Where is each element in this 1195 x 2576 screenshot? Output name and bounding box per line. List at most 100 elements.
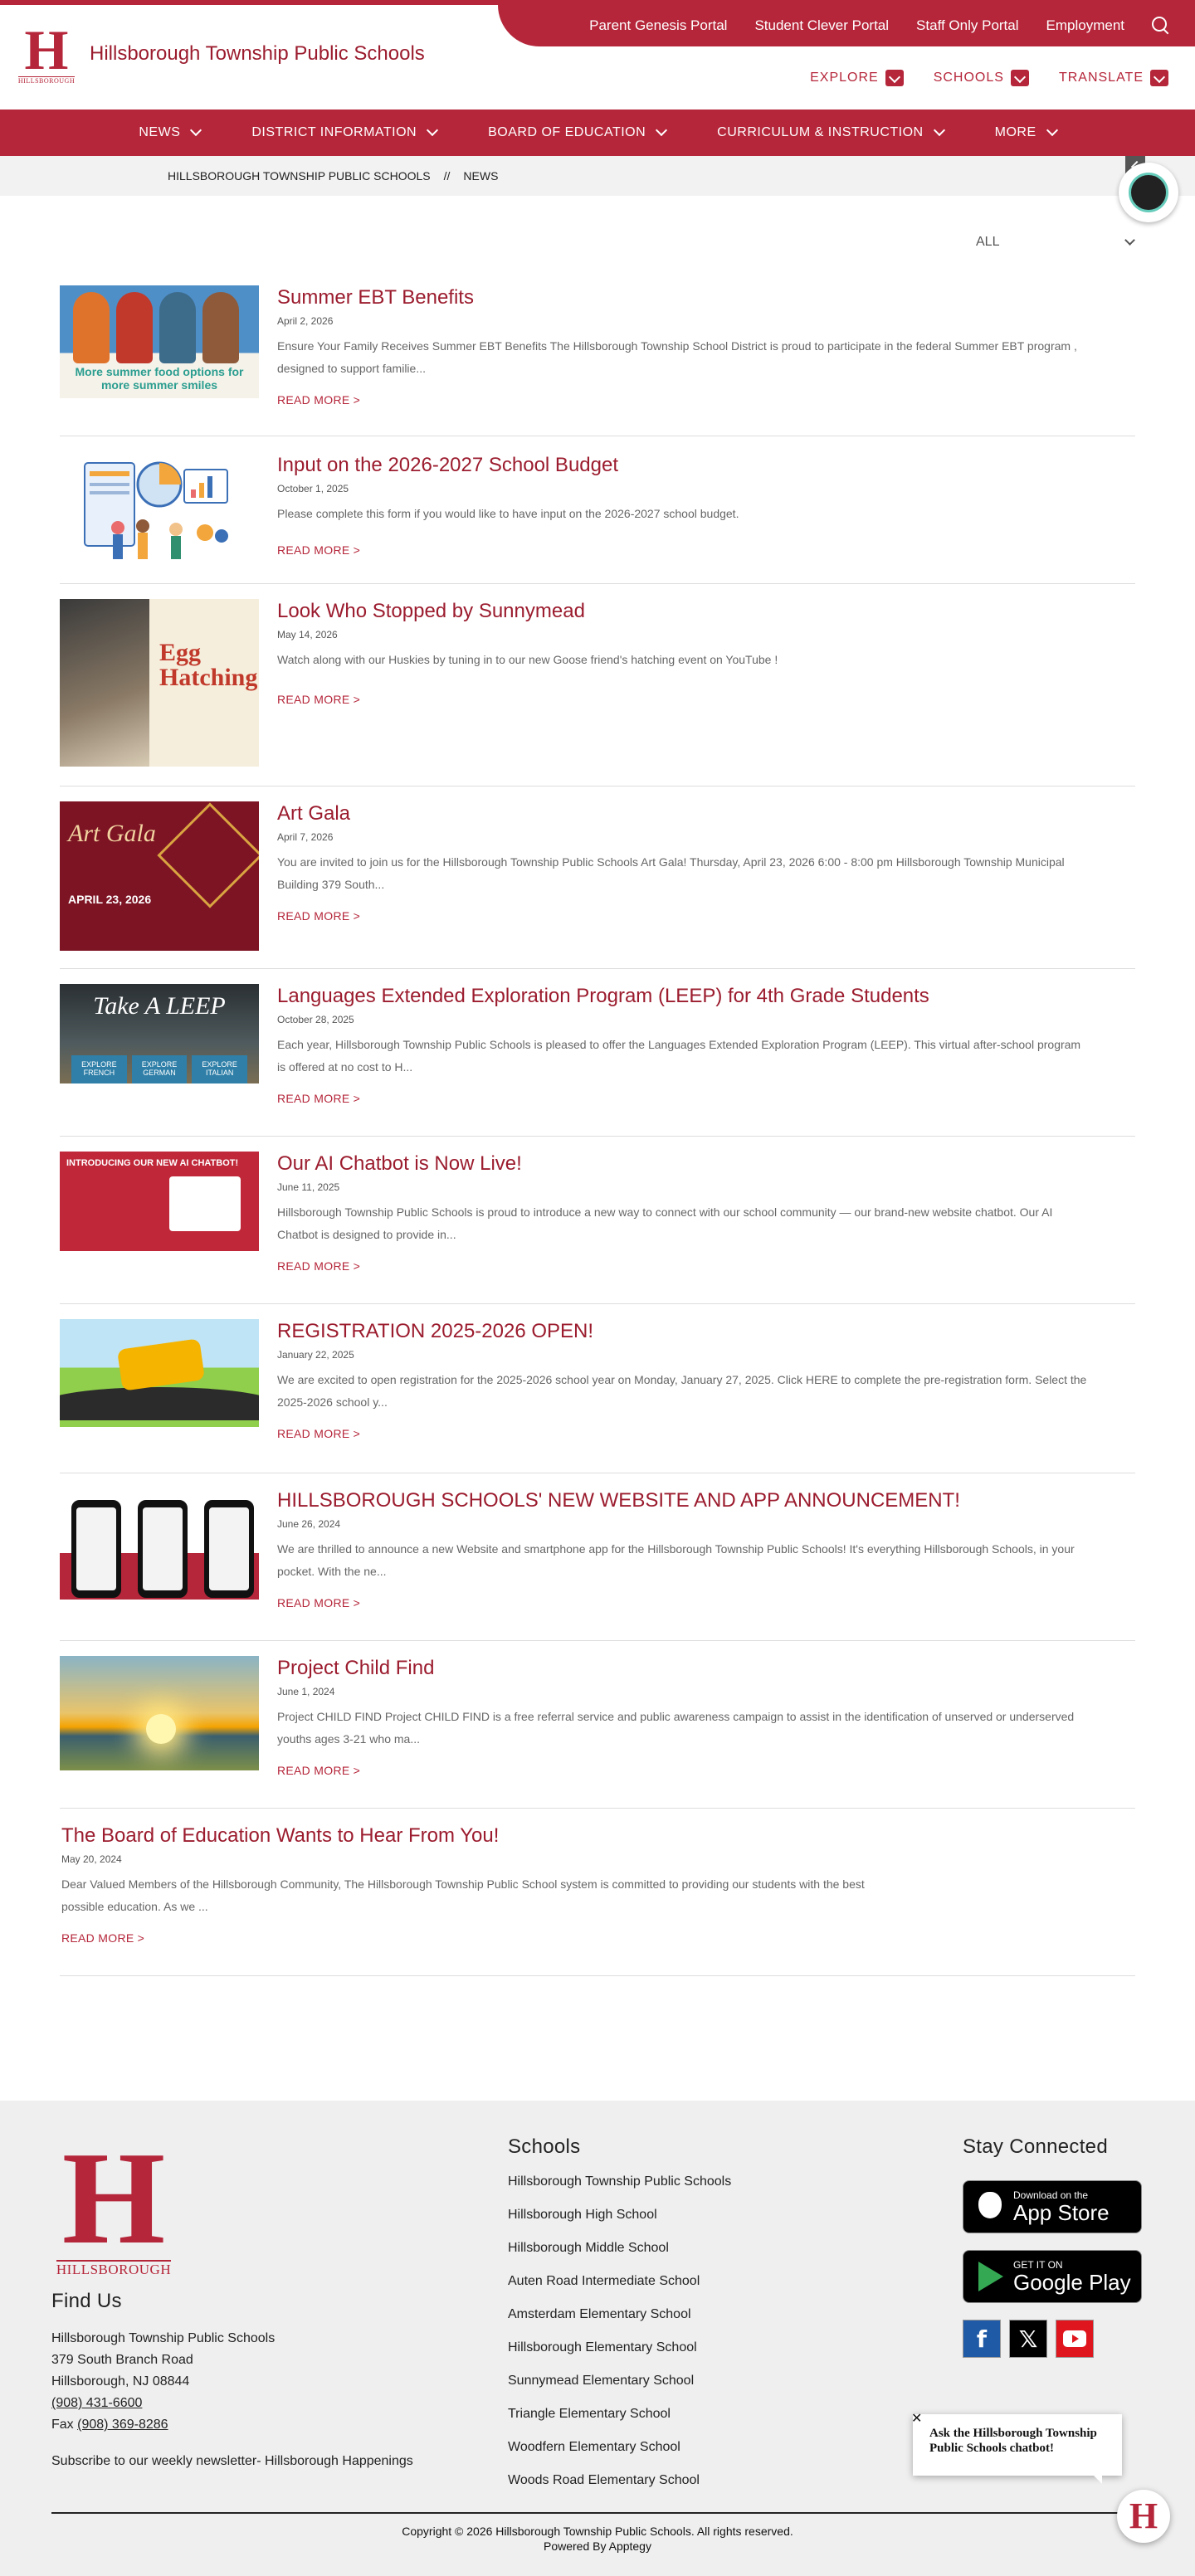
news-thumbnail[interactable]: Art Gala APRIL 23, 2026 <box>60 801 259 951</box>
search-icon[interactable] <box>1152 17 1170 35</box>
nav-label: MORE <box>994 125 1036 139</box>
nav-label: CURRICULUM & INSTRUCTION <box>717 125 924 139</box>
translate-dropdown[interactable]: TRANSLATE <box>1059 70 1168 86</box>
language-tabs: EXPLORE FRENCH EXPLORE GERMAN EXPLORE IT… <box>60 1055 259 1083</box>
read-more-link[interactable]: READ MORE > <box>277 1427 360 1440</box>
news-title[interactable]: Look Who Stopped by Sunnymead <box>277 599 1135 624</box>
budget-illustration <box>84 461 228 559</box>
news-title[interactable]: Summer EBT Benefits <box>277 285 1135 310</box>
fax-line: Fax (908) 369-8286 <box>51 2414 508 2436</box>
school-link[interactable]: Woods Road Elementary School <box>508 2472 963 2489</box>
news-thumbnail[interactable] <box>60 1488 259 1600</box>
explore-label: EXPLORE <box>810 71 879 85</box>
news-title[interactable]: REGISTRATION 2025-2026 OPEN! <box>277 1319 1135 1344</box>
breadcrumb-home[interactable]: HILLSBOROUGH TOWNSHIP PUBLIC SCHOOLS <box>168 169 431 183</box>
facebook-icon[interactable]: f <box>963 2320 1001 2358</box>
read-more-link[interactable]: READ MORE > <box>277 1092 360 1105</box>
news-title[interactable]: Input on the 2026-2027 School Budget <box>277 453 1135 478</box>
news-thumbnail[interactable]: Egg Hatching <box>60 599 259 767</box>
news-date: April 7, 2026 <box>277 831 334 843</box>
footer-logo[interactable]: H HILLSBOROUGH <box>51 2131 176 2277</box>
youtube-icon[interactable] <box>1056 2320 1094 2358</box>
news-thumbnail[interactable]: More summer food options for more summer… <box>60 285 259 398</box>
x-icon[interactable]: 𝕏 <box>1009 2320 1047 2358</box>
chatbot-prompt[interactable]: ✕ Ask the Hillsborough Township Public S… <box>911 2411 1122 2484</box>
school-link[interactable]: Woodfern Elementary School <box>508 2439 963 2456</box>
staff-portal-link[interactable]: Staff Only Portal <box>916 17 1018 34</box>
news-thumbnail[interactable] <box>60 453 259 569</box>
news-title[interactable]: Art Gala <box>277 801 1135 826</box>
read-more-link[interactable]: READ MORE > <box>61 1931 144 1945</box>
fax-link[interactable]: (908) 369-8286 <box>77 2418 168 2432</box>
news-title[interactable]: Our AI Chatbot is Now Live! <box>277 1152 1135 1176</box>
news-item: Take A LEEP EXPLORE FRENCH EXPLORE GERMA… <box>60 969 1135 1137</box>
school-link[interactable]: Triangle Elementary School <box>508 2406 963 2423</box>
parent-genesis-link[interactable]: Parent Genesis Portal <box>589 17 727 34</box>
news-thumbnail[interactable]: INTRODUCING OUR NEW AI CHATBOT! <box>60 1152 259 1251</box>
school-link[interactable]: Amsterdam Elementary School <box>508 2306 963 2323</box>
address-line-1: 379 South Branch Road <box>51 2353 193 2367</box>
explore-dropdown[interactable]: EXPLORE <box>810 70 904 86</box>
read-more-link[interactable]: READ MORE > <box>277 1596 360 1609</box>
read-more-link[interactable]: READ MORE > <box>277 693 360 706</box>
tab-italian: EXPLORE ITALIAN <box>192 1055 248 1083</box>
google-play-button[interactable]: GET IT ON Google Play <box>963 2250 1142 2303</box>
news-thumbnail[interactable] <box>60 1319 259 1427</box>
news-item: More summer food options for more summer… <box>60 285 1135 436</box>
school-link[interactable]: Hillsborough Elementary School <box>508 2340 963 2356</box>
school-link[interactable]: Sunnymead Elementary School <box>508 2373 963 2389</box>
social-links: f 𝕏 <box>963 2320 1144 2358</box>
student-clever-link[interactable]: Student Clever Portal <box>754 17 889 34</box>
read-more-link[interactable]: READ MORE > <box>277 393 360 407</box>
phone-link[interactable]: (908) 431-6600 <box>51 2393 508 2414</box>
school-link[interactable]: Hillsborough Middle School <box>508 2240 963 2257</box>
read-more-link[interactable]: READ MORE > <box>277 1259 360 1273</box>
school-link[interactable]: Hillsborough High School <box>508 2207 963 2223</box>
news-item: Input on the 2026-2027 School Budget Oct… <box>60 436 1135 584</box>
news-excerpt: Project CHILD FIND Project CHILD FIND is… <box>277 1710 1075 1746</box>
category-filter-select[interactable]: ALL <box>931 231 1135 254</box>
news-item: Project Child Find June 1, 2024 Project … <box>60 1641 1135 1809</box>
site-header: Parent Genesis Portal Student Clever Por… <box>0 0 1195 110</box>
nav-label: BOARD OF EDUCATION <box>488 125 646 139</box>
nav-board-of-education[interactable]: BOARD OF EDUCATION <box>488 124 668 140</box>
goose-photo <box>60 599 149 767</box>
news-title[interactable]: The Board of Education Wants to Hear Fro… <box>61 1824 1135 1848</box>
schools-dropdown[interactable]: SCHOOLS <box>934 70 1029 86</box>
news-thumbnail[interactable]: Take A LEEP EXPLORE FRENCH EXPLORE GERMA… <box>60 984 259 1083</box>
school-link[interactable]: Auten Road Intermediate School <box>508 2273 963 2290</box>
read-more-link[interactable]: READ MORE > <box>277 543 360 557</box>
news-excerpt: Hillsborough Township Public Schools is … <box>277 1205 1053 1241</box>
news-title[interactable]: Project Child Find <box>277 1656 1135 1681</box>
breadcrumb-separator: // <box>443 169 451 183</box>
nav-more[interactable]: MORE <box>994 124 1058 140</box>
translate-label: TRANSLATE <box>1058 71 1144 85</box>
district-logo: H HILLSBOROUGH <box>17 18 76 85</box>
read-more-link[interactable]: READ MORE > <box>277 909 360 923</box>
nav-district-information[interactable]: DISTRICT INFORMATION <box>251 124 439 140</box>
nav-news[interactable]: NEWS <box>139 124 202 140</box>
news-title[interactable]: Languages Extended Exploration Program (… <box>277 984 1135 1009</box>
phone-graphic <box>204 1500 254 1598</box>
logo-letter: H <box>24 18 69 81</box>
home-logo-link[interactable]: H HILLSBOROUGH Hillsborough Township Pub… <box>17 18 425 85</box>
newsletter-link[interactable]: Subscribe to our weekly newsletter- Hill… <box>51 2454 508 2469</box>
chatbot-launcher[interactable]: H <box>1117 2490 1170 2543</box>
fax-label: Fax <box>51 2418 74 2432</box>
google-play-line2: Google Play <box>1013 2270 1131 2295</box>
news-excerpt: We are thrilled to announce a new Websit… <box>277 1542 1075 1578</box>
news-item: The Board of Education Wants to Hear Fro… <box>60 1809 1135 1976</box>
chatbot-prompt-text: Ask the Hillsborough Township Public Sch… <box>929 2427 1097 2455</box>
app-store-button[interactable]: Download on the App Store <box>963 2180 1142 2233</box>
news-thumbnail[interactable] <box>60 1656 259 1770</box>
read-more-link[interactable]: READ MORE > <box>277 1764 360 1777</box>
news-title[interactable]: HILLSBOROUGH SCHOOLS' NEW WEBSITE AND AP… <box>277 1488 1135 1513</box>
nav-label: NEWS <box>139 125 181 139</box>
breadcrumb-current: NEWS <box>463 169 499 183</box>
school-link[interactable]: Hillsborough Township Public Schools <box>508 2174 963 2190</box>
powered-by-link[interactable]: Powered By Apptegy <box>544 2539 651 2553</box>
close-icon[interactable]: ✕ <box>911 2411 926 2426</box>
news-item: Egg Hatching Look Who Stopped by Sunnyme… <box>60 584 1135 786</box>
nav-curriculum-instruction[interactable]: CURRICULUM & INSTRUCTION <box>717 124 945 140</box>
employment-link[interactable]: Employment <box>1046 17 1124 34</box>
